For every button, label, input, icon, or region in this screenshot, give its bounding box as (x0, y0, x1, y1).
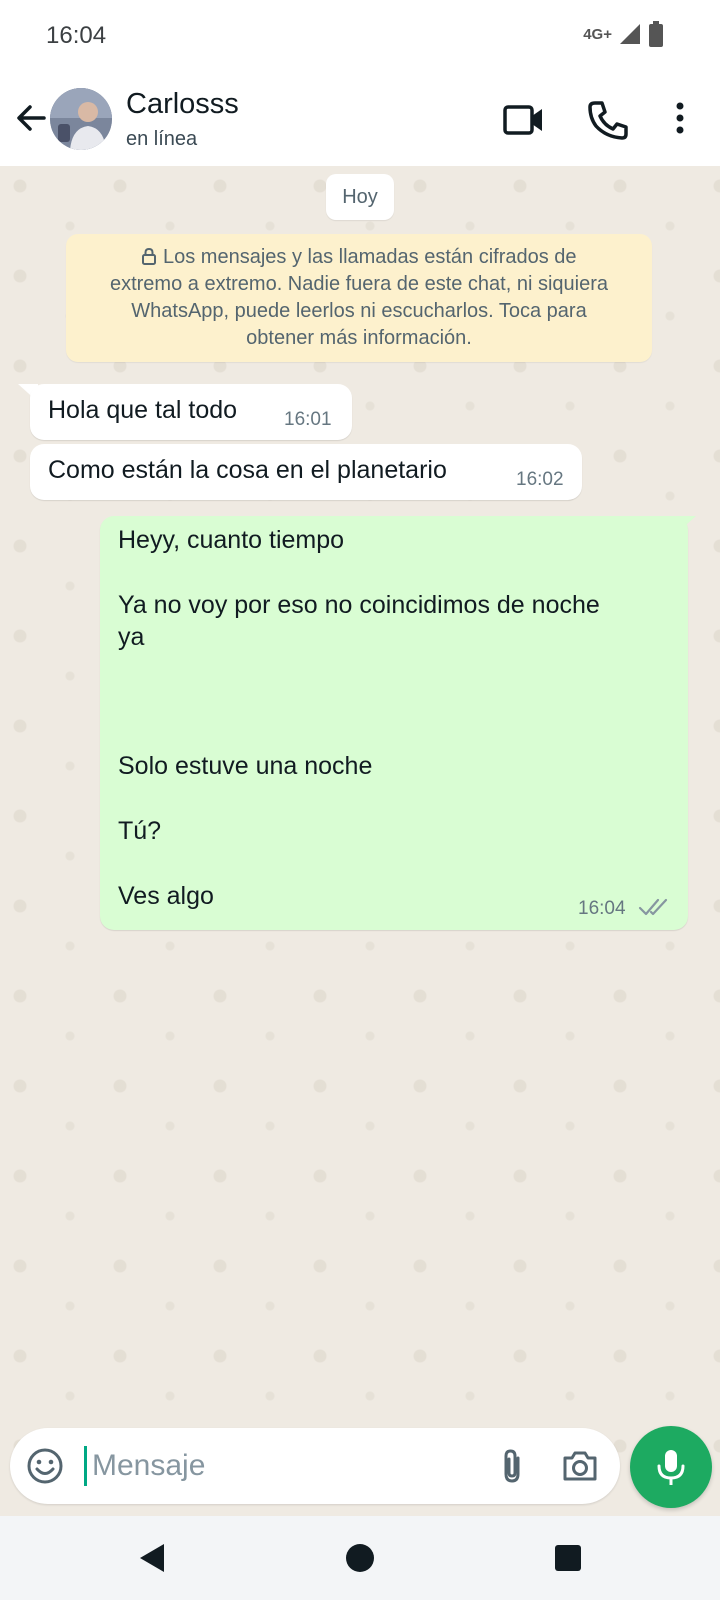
nav-home-button[interactable] (340, 1538, 380, 1578)
message-text: Hola que tal todo (48, 396, 238, 424)
network-type-label: 4G+ (583, 25, 612, 43)
attach-icon (504, 1449, 520, 1483)
lock-icon (142, 247, 157, 265)
message-bubble-incoming[interactable]: Hola que tal todo 16:01 (30, 384, 352, 440)
message-line: Ya no voy por eso no coincidimos de noch… (118, 591, 600, 619)
message-line: Heyy, cuanto tiempo (118, 526, 345, 554)
system-nav-bar (0, 1516, 720, 1600)
status-bar: 16:04 4G+ (0, 0, 720, 70)
chat-area[interactable]: Hoy Los mensajes y las llamadas están ci… (0, 166, 720, 1516)
attach-button[interactable] (492, 1446, 532, 1486)
message-time: 16:04 (578, 898, 626, 919)
emoji-icon (27, 1448, 63, 1484)
status-icons: 4G+ (583, 20, 664, 48)
nav-home-icon (346, 1544, 374, 1572)
status-time: 16:04 (46, 22, 107, 49)
text-caret (84, 1446, 87, 1486)
avatar-photo (50, 88, 112, 150)
double-check-icon (638, 898, 668, 916)
message-line: ya (118, 623, 145, 651)
nav-recents-button[interactable] (548, 1538, 588, 1578)
message-input[interactable] (92, 1442, 472, 1490)
back-button[interactable] (12, 98, 52, 138)
contact-status: en línea (126, 128, 198, 150)
contact-avatar[interactable] (50, 88, 112, 150)
more-vert-icon (676, 102, 684, 134)
voice-call-button[interactable] (586, 98, 630, 142)
message-text: Como están la cosa en el planetario (48, 456, 447, 484)
nav-back-icon (140, 1544, 164, 1572)
nav-recents-icon (555, 1545, 581, 1571)
chat-header: Carlosss en línea (0, 70, 720, 166)
more-options-button[interactable] (664, 98, 696, 142)
emoji-button[interactable] (26, 1447, 64, 1485)
message-time: 16:02 (516, 469, 564, 490)
message-line: Solo estuve una noche (118, 752, 373, 780)
encryption-notice-line-4: obtener más información. (246, 327, 472, 349)
phone-icon (588, 101, 628, 140)
signal-icon (620, 24, 640, 44)
voice-message-button[interactable] (630, 1426, 712, 1508)
message-bubble-outgoing[interactable]: Heyy, cuanto tiempo Ya no voy por eso no… (100, 516, 688, 930)
message-composer (10, 1428, 620, 1504)
camera-button[interactable] (560, 1446, 600, 1486)
back-arrow-icon (17, 105, 46, 131)
camera-icon (563, 1451, 597, 1481)
message-line: Tú? (118, 817, 162, 845)
encryption-notice-line-2: extremo a extremo. Nadie fuera de este c… (109, 273, 609, 295)
contact-name[interactable]: Carlosss (126, 88, 239, 121)
message-line: Ves algo (118, 882, 214, 910)
encryption-notice-text-1: Los mensajes y las llamadas están cifrad… (163, 246, 577, 268)
message-time: 16:01 (284, 409, 332, 430)
date-divider: Hoy (326, 174, 394, 220)
encryption-notice[interactable]: Los mensajes y las llamadas están cifrad… (66, 234, 652, 362)
message-bubble-incoming[interactable]: Como están la cosa en el planetario 16:0… (30, 444, 582, 500)
nav-back-button[interactable] (132, 1538, 172, 1578)
battery-icon (649, 21, 663, 47)
video-call-button[interactable] (502, 98, 546, 142)
encryption-notice-line-1: Los mensajes y las llamadas están cifrad… (82, 244, 636, 271)
mic-icon (657, 1450, 685, 1485)
video-call-icon (503, 105, 542, 135)
encryption-notice-line-3: WhatsApp, puede leerlos ni escucharlos. … (131, 300, 587, 322)
